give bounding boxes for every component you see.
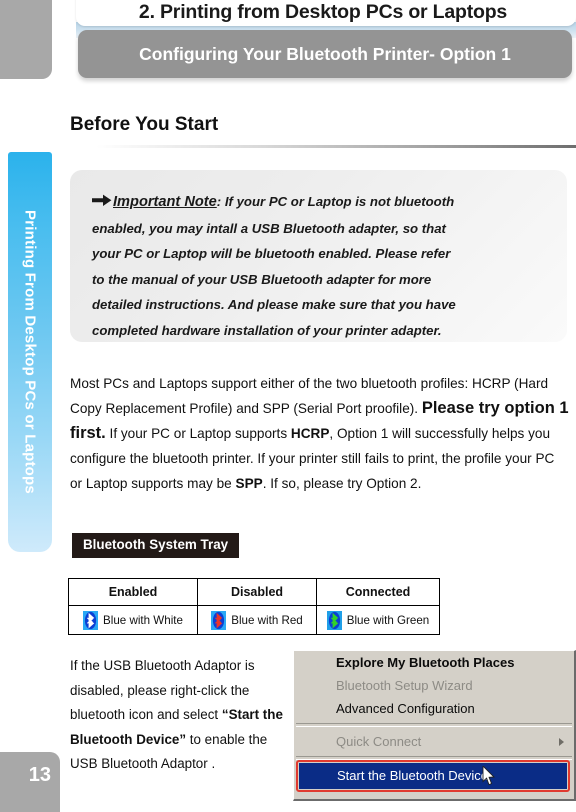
table-row: Blue with White Blue with Red Blue with … xyxy=(68,605,440,635)
note-line-5: completed hardware installation of your … xyxy=(92,322,442,338)
table-cell-enabled-label: Blue with White xyxy=(103,613,183,627)
top-left-decorative-block xyxy=(0,0,52,79)
menu-item-start-the-bluetooth-device-label: Start the Bluetooth Device xyxy=(337,768,489,783)
section-heading: Before You Start xyxy=(70,114,219,135)
bluetooth-system-tray-label-text: Bluetooth System Tray xyxy=(83,537,229,552)
bottom-instruction-text: If the USB Bluetooth Adaptor is disabled… xyxy=(70,654,290,777)
bluetooth-icon-white xyxy=(83,610,99,630)
note-colon: : xyxy=(216,194,222,209)
table-header-row: Enabled Disabled Connected xyxy=(68,578,440,606)
paragraph-bold-spp: SPP xyxy=(235,476,263,491)
page-number: 13 xyxy=(28,764,51,786)
right-arrow-icon xyxy=(92,190,112,216)
important-note-box: Important Note: If your PC or Laptop is … xyxy=(70,170,567,342)
page-header: Configuring Your Bluetooth Printer- Opti… xyxy=(76,0,576,92)
note-line-3: to the manual of your USB Bluetooth adap… xyxy=(92,271,432,287)
menu-item-quick-connect-label: Quick Connect xyxy=(336,734,422,749)
paragraph-bold-hcrp: HCRP xyxy=(290,426,330,441)
section-heading-divider xyxy=(96,145,576,148)
bluetooth-icon-green xyxy=(326,610,342,630)
note-line-2: your PC or Laptop will be bluetooth enab… xyxy=(92,246,451,261)
menu-item-explore-my-bluetooth-places[interactable]: Explore My Bluetooth Places xyxy=(294,651,574,674)
header-subtitle: Configuring Your Bluetooth Printer- Opti… xyxy=(139,44,511,64)
sidebar-chapter-tab: Printing From Desktop PCs or Laptops xyxy=(8,152,52,552)
menu-separator xyxy=(296,723,572,727)
bluetooth-system-tray-label: Bluetooth System Tray xyxy=(72,533,240,558)
menu-item-advanced-configuration[interactable]: Advanced Configuration xyxy=(294,697,574,720)
bluetooth-status-table: Enabled Disabled Connected Blue with Whi… xyxy=(68,578,440,635)
intro-paragraph: Most PCs and Laptops support either of t… xyxy=(70,371,570,496)
note-line-1: enabled, you may intall a USB Bluetooth … xyxy=(92,220,446,236)
page-title: 2. Printing from Desktop PCs or Laptops xyxy=(138,1,508,23)
table-cell-connected-label: Blue with Green xyxy=(346,613,430,627)
table-cell-connected: Blue with Green xyxy=(316,605,440,635)
menu-item-bluetooth-setup-wizard[interactable]: Bluetooth Setup Wizard xyxy=(294,674,574,697)
bluetooth-icon-red xyxy=(211,610,227,630)
page-number-block: 13 xyxy=(0,752,60,812)
note-line-0: If your PC or Laptop is not bluetooth xyxy=(224,194,455,209)
note-line-4: detailed instructions. And please make s… xyxy=(92,297,456,312)
table-header-enabled: Enabled xyxy=(68,578,198,606)
table-cell-enabled: Blue with White xyxy=(68,605,198,635)
menu-item-quick-connect[interactable]: Quick Connect xyxy=(294,730,574,753)
table-cell-disabled-label: Blue with Red xyxy=(231,613,303,627)
mouse-pointer-icon xyxy=(482,764,496,786)
note-line-first: Important Note: If your PC or Laptop is … xyxy=(92,189,551,216)
menu-item-start-the-bluetooth-device[interactable]: Start the Bluetooth Device xyxy=(299,763,567,789)
paragraph-part-4: . If so, please try Option 2. xyxy=(262,476,422,491)
sidebar-chapter-tab-label: Printing From Desktop PCs or Laptops xyxy=(21,210,39,494)
start-bluetooth-device-callout: Start the Bluetooth Device xyxy=(296,760,570,792)
table-header-disabled: Disabled xyxy=(197,578,317,606)
chevron-right-icon xyxy=(559,738,564,746)
important-note-content: Important Note: If your PC or Laptop is … xyxy=(92,189,551,343)
paragraph-part-2: If your PC or Laptop supports xyxy=(105,426,291,441)
note-label: Important Note xyxy=(113,194,217,210)
table-cell-disabled: Blue with Red xyxy=(197,605,317,635)
header-title-bar: 2. Printing from Desktop PCs or Laptops xyxy=(76,0,576,26)
table-header-connected: Connected xyxy=(316,578,440,606)
header-subtitle-bar: Configuring Your Bluetooth Printer- Opti… xyxy=(78,30,572,78)
bluetooth-context-menu-screenshot: Explore My Bluetooth Places Bluetooth Se… xyxy=(293,650,576,801)
